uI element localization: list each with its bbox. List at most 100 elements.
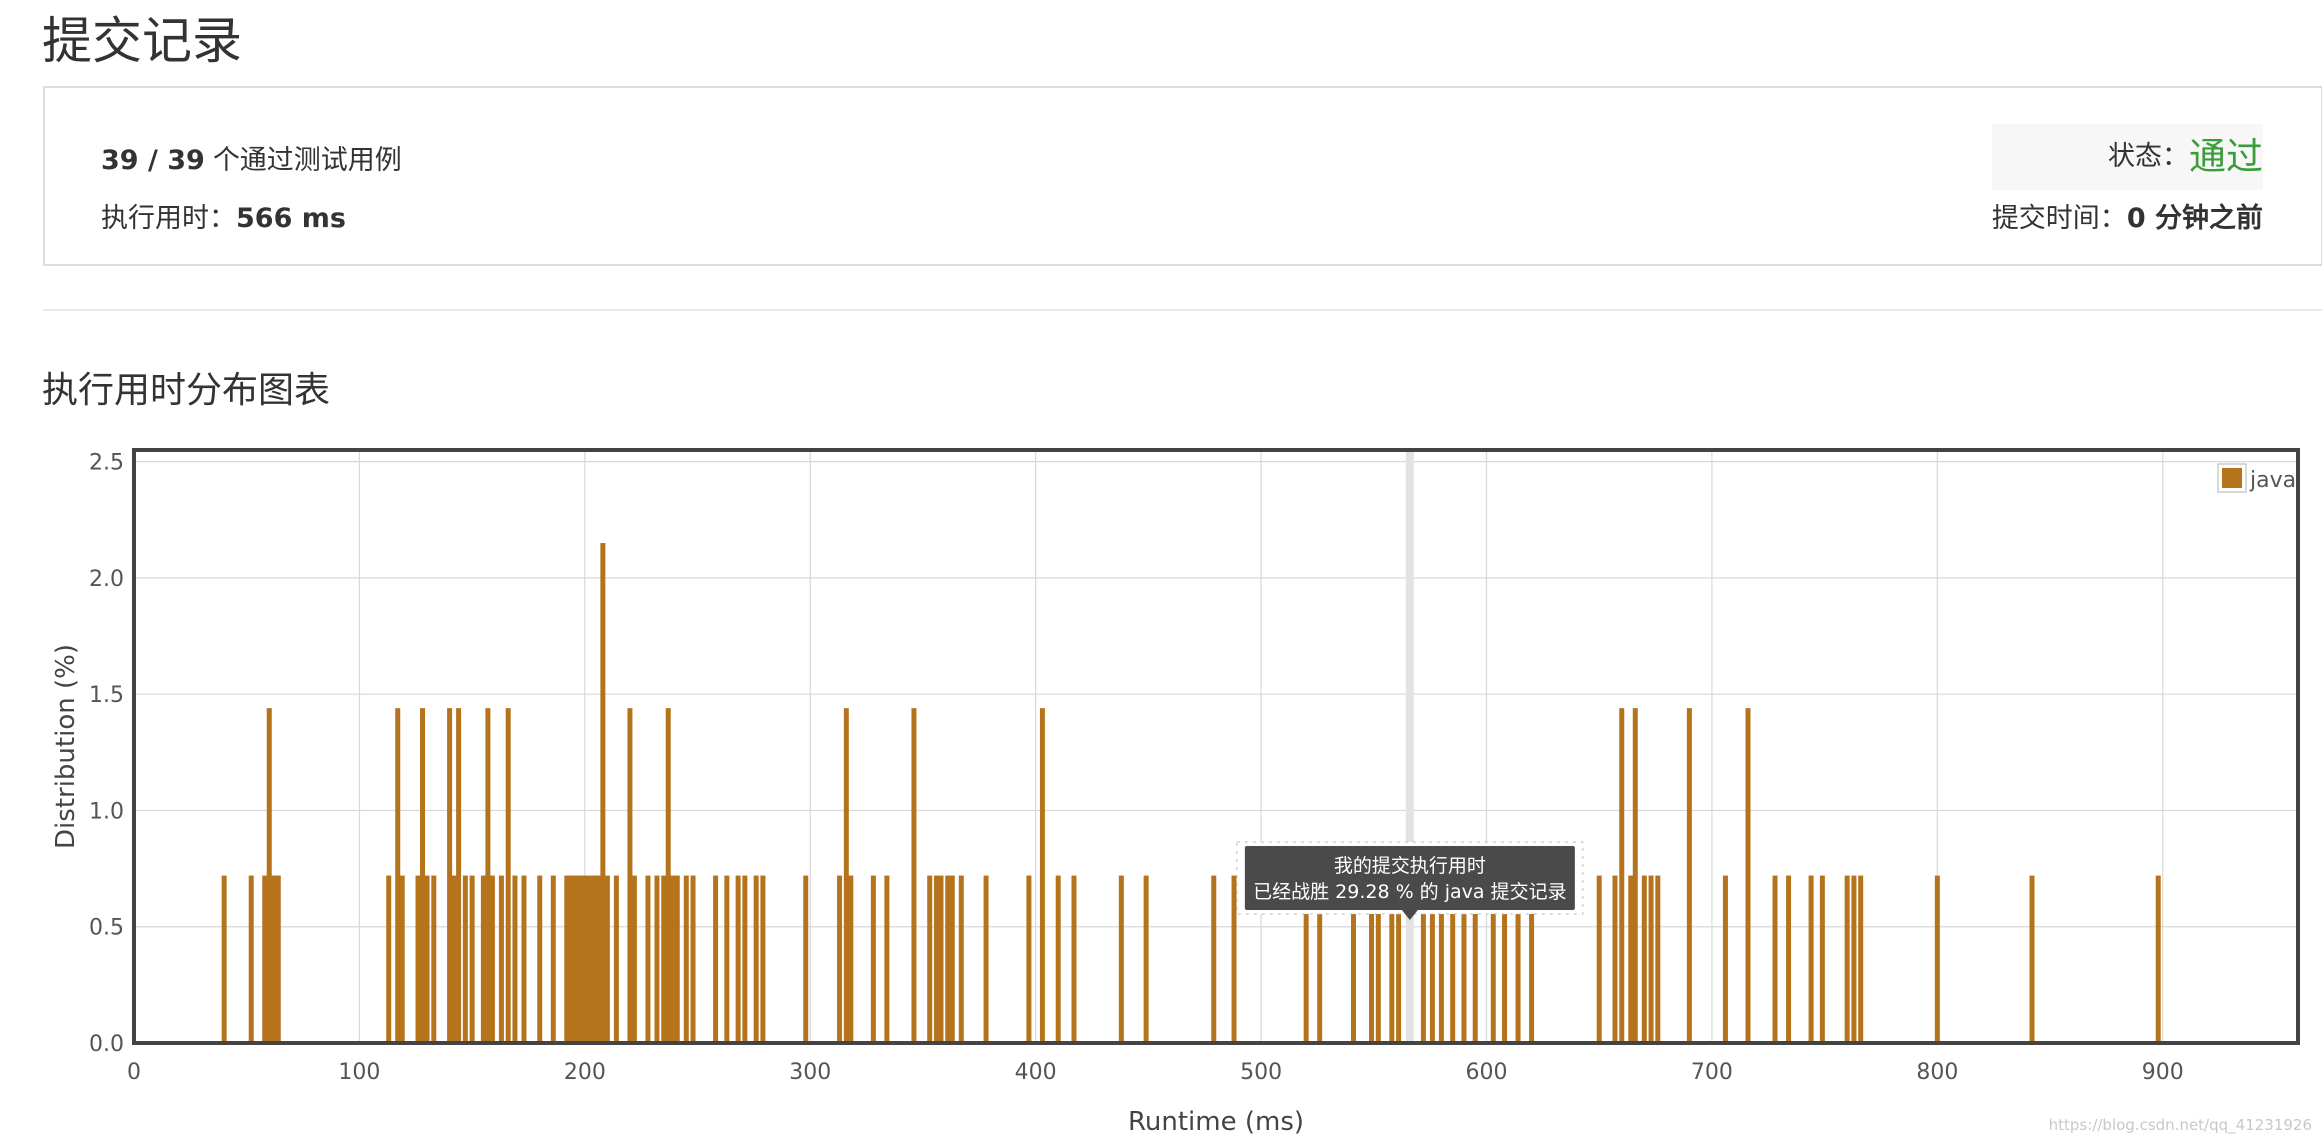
bar-java[interactable] — [843, 708, 849, 1043]
bar-java[interactable] — [654, 875, 660, 1043]
bar-java[interactable] — [1211, 875, 1217, 1043]
bar-java[interactable] — [564, 875, 570, 1043]
bar-java[interactable] — [489, 875, 495, 1043]
bar-java[interactable] — [2029, 875, 2035, 1043]
bar-java[interactable] — [627, 708, 633, 1043]
bar-java[interactable] — [266, 708, 272, 1043]
bar-java[interactable] — [521, 875, 527, 1043]
bar-java[interactable] — [1851, 875, 1857, 1043]
bar-java[interactable] — [661, 875, 667, 1043]
bar-java[interactable] — [1858, 875, 1864, 1043]
bar-java[interactable] — [631, 875, 637, 1043]
bar-java[interactable] — [595, 875, 601, 1043]
bar-java[interactable] — [938, 875, 944, 1043]
bar-java[interactable] — [713, 875, 719, 1043]
bar-java[interactable] — [271, 875, 277, 1043]
bar-java[interactable] — [2155, 875, 2161, 1043]
bar-java[interactable] — [1655, 875, 1661, 1043]
bar-java[interactable] — [665, 708, 671, 1043]
bar-java[interactable] — [537, 875, 543, 1043]
bar-java[interactable] — [848, 875, 854, 1043]
bar-java[interactable] — [456, 708, 462, 1043]
bar-java[interactable] — [1231, 875, 1237, 1043]
bar-java[interactable] — [386, 875, 392, 1043]
bar-java[interactable] — [447, 708, 453, 1043]
bar-java[interactable] — [248, 875, 254, 1043]
bar-java[interactable] — [683, 875, 689, 1043]
bar-java[interactable] — [399, 875, 405, 1043]
bar-java[interactable] — [1039, 708, 1045, 1043]
bar-java[interactable] — [505, 708, 511, 1043]
bar-java[interactable] — [600, 543, 606, 1043]
bar-java[interactable] — [724, 875, 730, 1043]
bar-java[interactable] — [550, 875, 556, 1043]
bar-java[interactable] — [498, 875, 504, 1043]
bar-java[interactable] — [1786, 875, 1792, 1043]
bar-java[interactable] — [1934, 875, 1940, 1043]
bar-java[interactable] — [1641, 875, 1647, 1043]
bar-java[interactable] — [1071, 875, 1077, 1043]
bar-java[interactable] — [480, 875, 486, 1043]
bar-java[interactable] — [604, 875, 610, 1043]
bar-java[interactable] — [933, 875, 939, 1043]
bar-java[interactable] — [420, 708, 426, 1043]
bar-java[interactable] — [221, 875, 227, 1043]
bar-java[interactable] — [1632, 708, 1638, 1043]
bar-java[interactable] — [431, 875, 437, 1043]
bar-java[interactable] — [577, 875, 583, 1043]
bar-java[interactable] — [462, 875, 468, 1043]
bar-java[interactable] — [742, 875, 748, 1043]
bar-java[interactable] — [735, 875, 741, 1043]
bar-java[interactable] — [262, 875, 268, 1043]
bar-java[interactable] — [927, 875, 933, 1043]
bar-java[interactable] — [1055, 875, 1061, 1043]
bar-java[interactable] — [690, 875, 696, 1043]
bar-java[interactable] — [469, 875, 475, 1043]
bar-java[interactable] — [485, 708, 491, 1043]
bar-java[interactable] — [945, 875, 951, 1043]
bar-java[interactable] — [451, 875, 457, 1043]
bar-java[interactable] — [1628, 875, 1634, 1043]
bar-java[interactable] — [1143, 875, 1149, 1043]
bar-java[interactable] — [512, 875, 518, 1043]
bar-java[interactable] — [958, 875, 964, 1043]
bar-java[interactable] — [949, 875, 955, 1043]
legend-label[interactable]: java — [2249, 468, 2296, 493]
bar-java[interactable] — [1648, 875, 1654, 1043]
bar-java[interactable] — [760, 875, 766, 1043]
bar-java[interactable] — [645, 875, 651, 1043]
bar-java[interactable] — [275, 875, 281, 1043]
bar-java[interactable] — [1808, 875, 1814, 1043]
bar-java[interactable] — [803, 875, 809, 1043]
bar-java[interactable] — [674, 875, 680, 1043]
bar-java[interactable] — [911, 708, 917, 1043]
bar-java[interactable] — [613, 875, 619, 1043]
chart-svg: 0 100 200 300 400 500 600 700 800 900 0.0 0.5 1.0 1.5… — [51, 448, 2300, 1137]
bar-java[interactable] — [1722, 875, 1728, 1043]
bar-java[interactable] — [870, 875, 876, 1043]
bar-java[interactable] — [1819, 875, 1825, 1043]
bar-java[interactable] — [415, 875, 421, 1043]
bar-java[interactable] — [983, 875, 989, 1043]
bar-java[interactable] — [568, 875, 574, 1043]
bar-java[interactable] — [837, 875, 843, 1043]
bar-java[interactable] — [1118, 875, 1124, 1043]
bar-java[interactable] — [1686, 708, 1692, 1043]
bar-java[interactable] — [582, 875, 588, 1043]
bar-java[interactable] — [591, 875, 597, 1043]
bar-java[interactable] — [1596, 875, 1602, 1043]
bar-java[interactable] — [586, 875, 592, 1043]
bar-java[interactable] — [573, 875, 579, 1043]
bar-java[interactable] — [1619, 708, 1625, 1043]
bar-java[interactable] — [753, 875, 759, 1043]
bar-java[interactable] — [1772, 875, 1778, 1043]
bar-java[interactable] — [1745, 708, 1751, 1043]
bar-java[interactable] — [884, 875, 890, 1043]
bar-java[interactable] — [1612, 875, 1618, 1043]
bar-java[interactable] — [1026, 875, 1032, 1043]
bar-java[interactable] — [670, 875, 676, 1043]
bar-java[interactable] — [1844, 875, 1850, 1043]
bar-java[interactable] — [395, 708, 401, 1043]
bar-java[interactable] — [424, 875, 430, 1043]
status-value[interactable]: 通过 — [2189, 128, 2263, 186]
